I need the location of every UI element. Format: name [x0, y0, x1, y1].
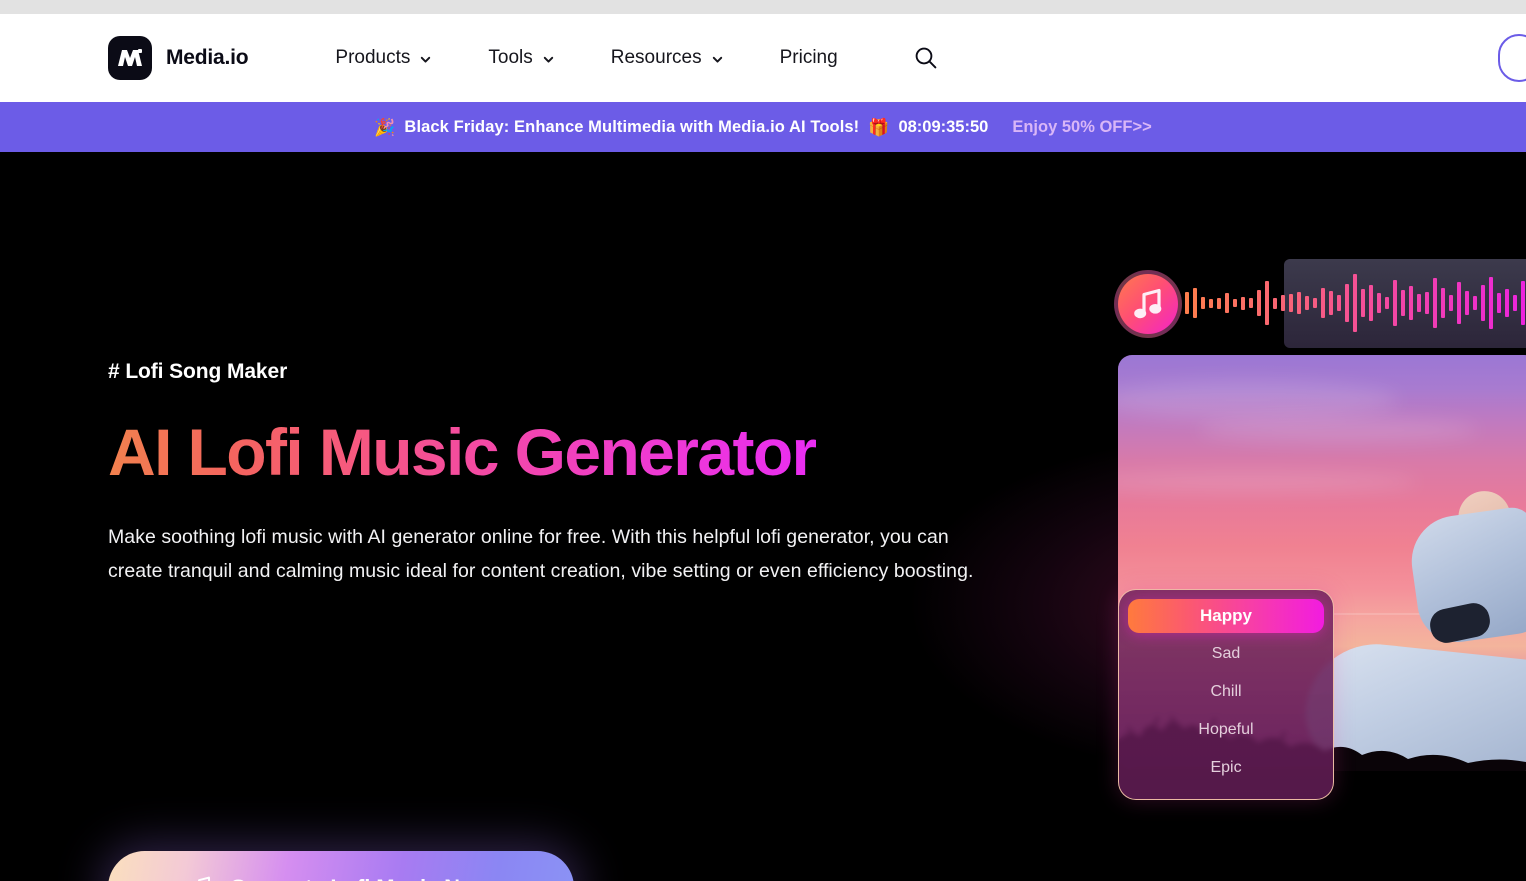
waveform-bar	[1401, 290, 1405, 316]
mood-option-chill[interactable]: Chill	[1128, 675, 1324, 709]
waveform-bar	[1361, 289, 1365, 317]
hero-kicker: # Lofi Song Maker	[108, 360, 288, 383]
search-icon	[915, 47, 937, 69]
music-note-badge	[1114, 270, 1182, 338]
hero-description: Make soothing lofi music with AI generat…	[108, 525, 974, 582]
waveform-bar	[1265, 281, 1269, 325]
mood-option-chill-label: Chill	[1210, 683, 1242, 700]
promo-banner[interactable]: 🎉 Black Friday: Enhance Multimedia with …	[0, 102, 1526, 152]
waveform-bar	[1385, 297, 1389, 309]
waveform-bar	[1433, 278, 1437, 328]
waveform-bar	[1217, 297, 1221, 309]
promo-text: Black Friday: Enhance Multimedia with Me…	[404, 117, 860, 136]
waveform-bar	[1249, 298, 1253, 308]
hero-section: # Lofi Song Maker AI Lofi Music Generato…	[0, 152, 1526, 881]
waveform-bar	[1297, 292, 1301, 314]
search-button[interactable]	[906, 38, 946, 78]
waveform-bar	[1521, 281, 1525, 325]
party-popper-icon: 🎉	[374, 117, 396, 137]
waveform-bar	[1241, 296, 1245, 310]
nav-item-resources[interactable]: Resources	[583, 47, 752, 69]
media-io-logo-icon	[108, 36, 152, 80]
waveform-bar	[1329, 291, 1333, 315]
waveform-bar	[1409, 286, 1413, 320]
mood-option-sad[interactable]: Sad	[1128, 637, 1324, 671]
waveform-bar	[1273, 297, 1277, 309]
waveform-bar	[1345, 284, 1349, 322]
waveform-bar	[1305, 296, 1309, 310]
waveform-bar	[1201, 297, 1205, 309]
mood-option-epic-label: Epic	[1210, 759, 1242, 776]
nav-item-resources-label: Resources	[610, 47, 702, 68]
waveform-bar	[1193, 288, 1197, 318]
waveform-bar	[1313, 298, 1317, 308]
waveform-bar	[1465, 291, 1469, 315]
waveform-bar	[1417, 294, 1421, 312]
mood-option-happy-label: Happy	[1200, 606, 1252, 625]
hero-copy: # Lofi Song Maker AI Lofi Music Generato…	[108, 360, 1008, 588]
waveform-bar	[1225, 293, 1229, 313]
generate-lofi-music-button[interactable]: Generate Lofi Music Now	[108, 851, 574, 881]
audio-waveform	[1169, 272, 1526, 334]
brand-name: Media.io	[166, 46, 249, 69]
chevron-down-icon	[421, 56, 431, 63]
waveform-bar	[1289, 294, 1293, 312]
music-note-icon	[1134, 288, 1162, 319]
brand-logo-link[interactable]: Media.io	[108, 36, 249, 80]
waveform-bar	[1425, 292, 1429, 314]
mood-option-sad-label: Sad	[1211, 645, 1241, 662]
gift-icon: 🎁	[868, 117, 890, 137]
mood-option-epic[interactable]: Epic	[1128, 751, 1324, 785]
waveform-bar	[1489, 277, 1493, 329]
waveform-bar	[1209, 298, 1213, 308]
mood-option-hopeful-label: Hopeful	[1198, 721, 1254, 738]
waveform-bar	[1321, 288, 1325, 318]
nav-item-pricing-label: Pricing	[779, 47, 838, 68]
waveform-bar	[1393, 280, 1397, 326]
mood-option-hopeful[interactable]: Hopeful	[1128, 713, 1324, 747]
waveform-bar	[1353, 274, 1357, 332]
waveform-bar	[1513, 295, 1517, 311]
mood-option-happy[interactable]: Happy	[1128, 599, 1324, 633]
waveform-bar	[1257, 290, 1261, 316]
chevron-down-icon	[543, 56, 553, 63]
music-note-icon	[192, 876, 211, 881]
page-title: AI Lofi Music Generator	[108, 415, 817, 489]
chevron-down-icon	[712, 56, 722, 63]
waveform-bar	[1377, 293, 1381, 313]
promo-offer-link[interactable]: Enjoy 50% OFF>>	[1012, 118, 1151, 137]
nav-item-products[interactable]: Products	[307, 47, 460, 69]
browser-top-strip	[0, 0, 1526, 14]
waveform-bar	[1457, 282, 1461, 324]
waveform-bar	[1481, 285, 1485, 321]
nav-item-tools[interactable]: Tools	[460, 47, 582, 69]
waveform-bar	[1449, 295, 1453, 311]
waveform-bar	[1185, 292, 1189, 314]
waveform-bar	[1505, 289, 1509, 317]
mood-selector-panel: Happy Sad Chill Hopeful Epic	[1118, 589, 1334, 800]
waveform-bar	[1233, 299, 1237, 307]
waveform-bar	[1473, 296, 1477, 310]
promo-countdown-timer: 08:09:35:50	[898, 117, 989, 136]
waveform-bar	[1337, 295, 1341, 311]
waveform-bar	[1281, 295, 1285, 311]
cta-wrapper: Generate Lofi Music Now	[108, 851, 574, 881]
nav-item-tools-label: Tools	[488, 47, 533, 68]
waveform-bar	[1369, 285, 1373, 321]
header-cta-button[interactable]	[1498, 34, 1526, 82]
main-nav: Products Tools Resources Pricing	[307, 38, 945, 78]
site-header: Media.io Products Tools Resources Pricin…	[0, 14, 1526, 102]
nav-item-pricing[interactable]: Pricing	[752, 47, 866, 69]
waveform-bar	[1441, 288, 1445, 318]
cta-label: Generate Lofi Music Now	[230, 875, 491, 881]
nav-item-products-label: Products	[335, 47, 411, 68]
waveform-bar	[1497, 293, 1501, 313]
